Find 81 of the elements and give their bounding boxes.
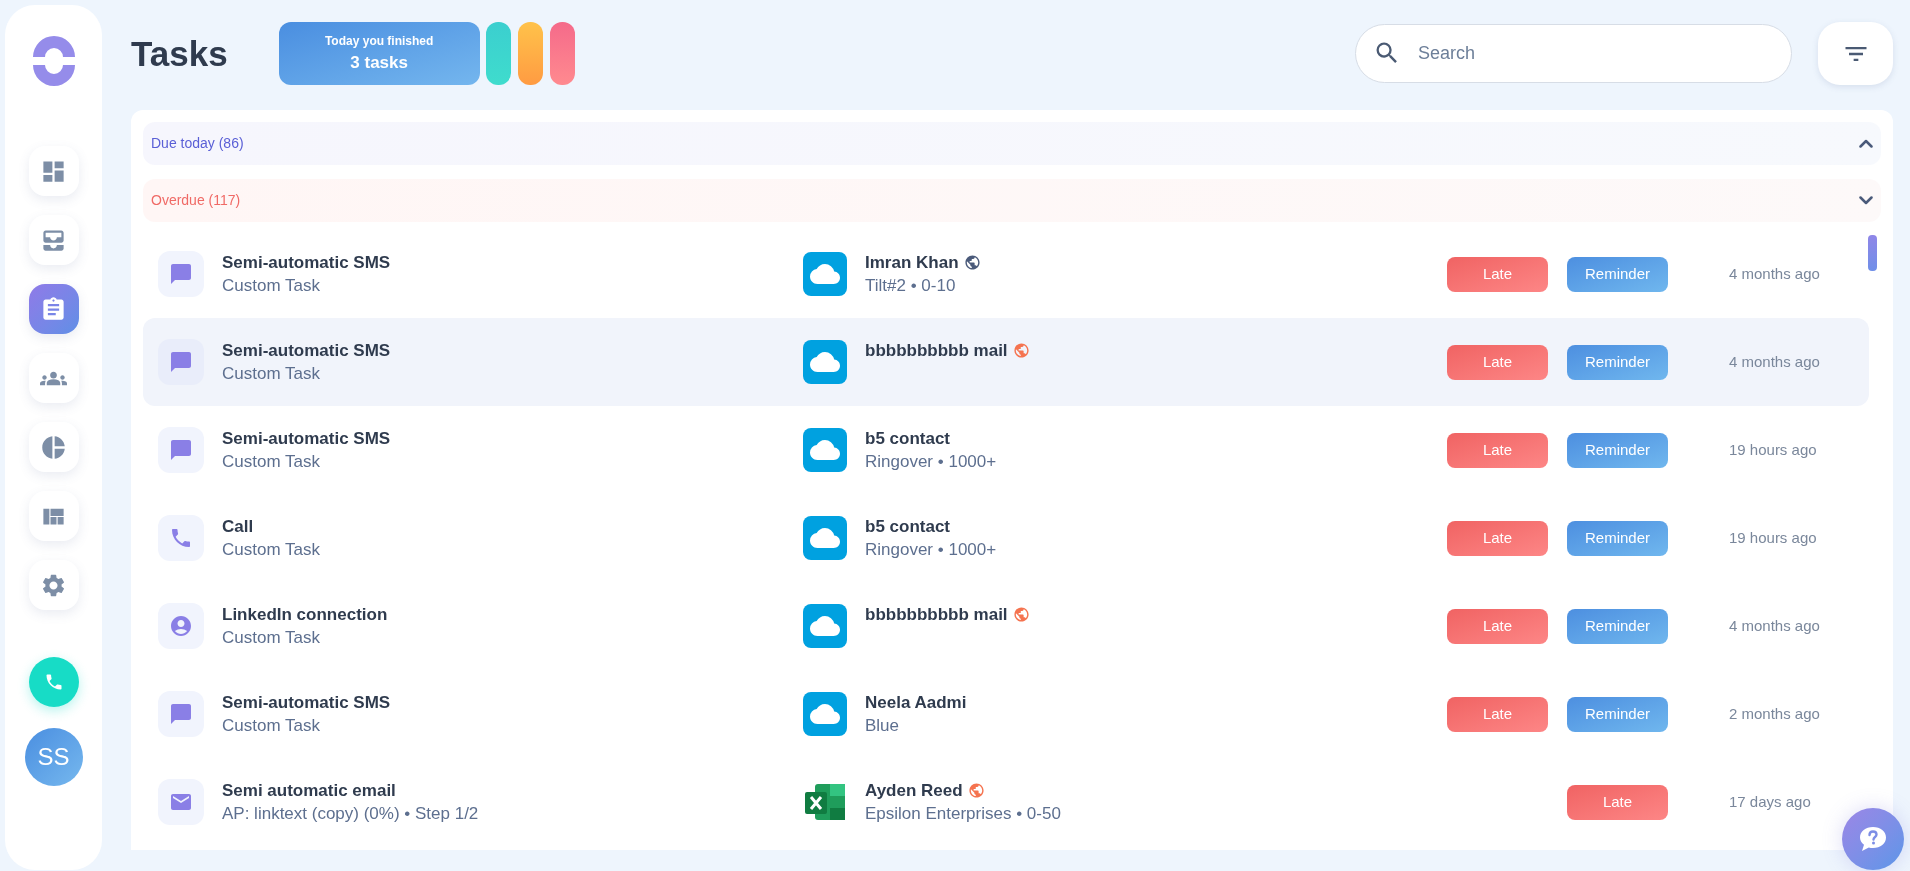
task-row[interactable]: Semi-automatic SMS Custom Task Neela Aadmi Blue Late Reminder 2 months ago <box>143 670 1869 758</box>
pie-chart-icon <box>40 433 67 461</box>
task-row[interactable]: Semi-automatic SMS Custom Task Imran Khan Tilt#2 • 0-10 Late Reminder 4 months ago <box>143 230 1869 318</box>
contact-detail: Ringover • 1000+ <box>865 539 998 561</box>
chat-bubble-icon <box>169 702 193 726</box>
section-header[interactable]: Due today (86) <box>143 122 1881 165</box>
stat-bar <box>485 22 511 85</box>
nav-button[interactable] <box>28 353 79 403</box>
phone-icon <box>169 526 193 550</box>
task-title: LinkedIn connection <box>222 604 389 626</box>
contact-name: b5 contact <box>865 516 951 538</box>
chat-bubble-icon <box>169 350 193 374</box>
contact-detail: Blue <box>865 715 901 737</box>
nav-button[interactable] <box>28 422 79 472</box>
nav-button[interactable] <box>28 491 79 541</box>
reminder-badge: Reminder <box>1567 432 1668 468</box>
time-ago: 4 months ago <box>1729 263 1821 284</box>
task-subtitle: Custom Task <box>222 275 321 297</box>
late-badge: Late <box>1447 256 1548 292</box>
task-title: Semi-automatic SMS <box>222 340 392 362</box>
scrollbar-thumb <box>1868 235 1877 271</box>
time-ago: 17 days ago <box>1729 791 1812 812</box>
help-chat-icon <box>1859 826 1887 852</box>
time-ago: 19 hours ago <box>1729 527 1818 548</box>
task-subtitle: Custom Task <box>222 715 321 737</box>
contact-detail: Epsilon Enterprises • 0-50 <box>865 803 1062 825</box>
nav-button[interactable] <box>28 215 79 265</box>
nav-button[interactable] <box>28 560 79 610</box>
page-title: Tasks <box>131 32 228 75</box>
task-subtitle: Custom Task <box>222 627 321 649</box>
contact-name: b5 contact <box>865 428 951 450</box>
task-subtitle: AP: linktext (copy) (0%) • Step 1/2 <box>222 803 480 825</box>
nav-button[interactable] <box>28 284 79 334</box>
reminder-badge: Reminder <box>1567 608 1668 644</box>
time-ago: 4 months ago <box>1729 615 1821 636</box>
contact-name: bbbbbbbbbb mail <box>865 340 1008 362</box>
contact-detail: Tilt#2 • 0-10 <box>865 275 957 297</box>
task-row[interactable]: Semi-automatic SMS Custom Task b5 contact Ringover • 1000+ Late Reminder 19 hours ago <box>143 406 1869 494</box>
task-title: Semi-automatic SMS <box>222 692 392 714</box>
chat-bubble-icon <box>169 438 193 462</box>
late-badge: Late <box>1447 344 1548 380</box>
reminder-badge: Reminder <box>1567 696 1668 732</box>
late-badge: Late <box>1447 520 1548 556</box>
contact-name: Ayden Reed <box>865 780 963 802</box>
task-row[interactable]: LinkedIn connection Custom Task bbbbbbbbbb mail Late Reminder 4 months ago <box>143 582 1869 670</box>
contact-name: Imran Khan <box>865 252 959 274</box>
chevron-up-icon <box>1859 139 1873 148</box>
task-subtitle: Custom Task <box>222 539 321 561</box>
task-title: Semi-automatic SMS <box>222 428 392 450</box>
reminder-badge: Reminder <box>1567 256 1668 292</box>
stat-bar <box>517 22 543 85</box>
task-subtitle: Custom Task <box>222 363 321 385</box>
contact-name: Neela Aadmi <box>865 692 967 714</box>
contact-name: bbbbbbbbbb mail <box>865 604 1008 626</box>
chat-bubble-icon <box>169 262 193 286</box>
time-ago: 19 hours ago <box>1729 439 1818 460</box>
task-title: Call <box>222 516 255 538</box>
phone-button[interactable] <box>28 657 79 707</box>
clipboard-icon <box>40 295 67 323</box>
task-row[interactable]: Call Custom Task b5 contact Ringover • 1000+ Late Reminder 19 hours ago <box>143 494 1869 582</box>
task-row[interactable]: Semi automatic email AP: linktext (copy) (0%) • Step 1/2 Ayden Reed Epsilon Enterprises • 0-50 Late 17 days ago <box>143 758 1869 846</box>
stats-caption: Today you finished <box>324 32 434 50</box>
time-ago: 2 months ago <box>1729 703 1821 724</box>
late-badge: Late <box>1447 696 1548 732</box>
task-subtitle: Custom Task <box>222 451 321 473</box>
task-title: Semi-automatic SMS <box>222 252 392 274</box>
task-title: Semi automatic email <box>222 780 397 802</box>
contact-detail: Ringover • 1000+ <box>865 451 998 473</box>
reminder-badge: Reminder <box>1567 520 1668 556</box>
late-badge: Late <box>1447 608 1548 644</box>
stats-value: 3 tasks <box>350 51 408 74</box>
reminder-badge: Reminder <box>1567 344 1668 380</box>
task-row[interactable]: Semi-automatic SMS Custom Task bbbbbbbbbb mail Late Reminder 4 months ago <box>143 318 1869 406</box>
time-ago: 4 months ago <box>1729 351 1821 372</box>
chevron-down-icon <box>1859 196 1873 205</box>
late-badge: Late <box>1567 784 1668 820</box>
search-field[interactable]: Search <box>1355 24 1792 83</box>
nav-button[interactable] <box>28 146 79 196</box>
person-icon <box>169 614 193 638</box>
late-badge: Late <box>1447 432 1548 468</box>
stat-bar <box>549 22 575 85</box>
